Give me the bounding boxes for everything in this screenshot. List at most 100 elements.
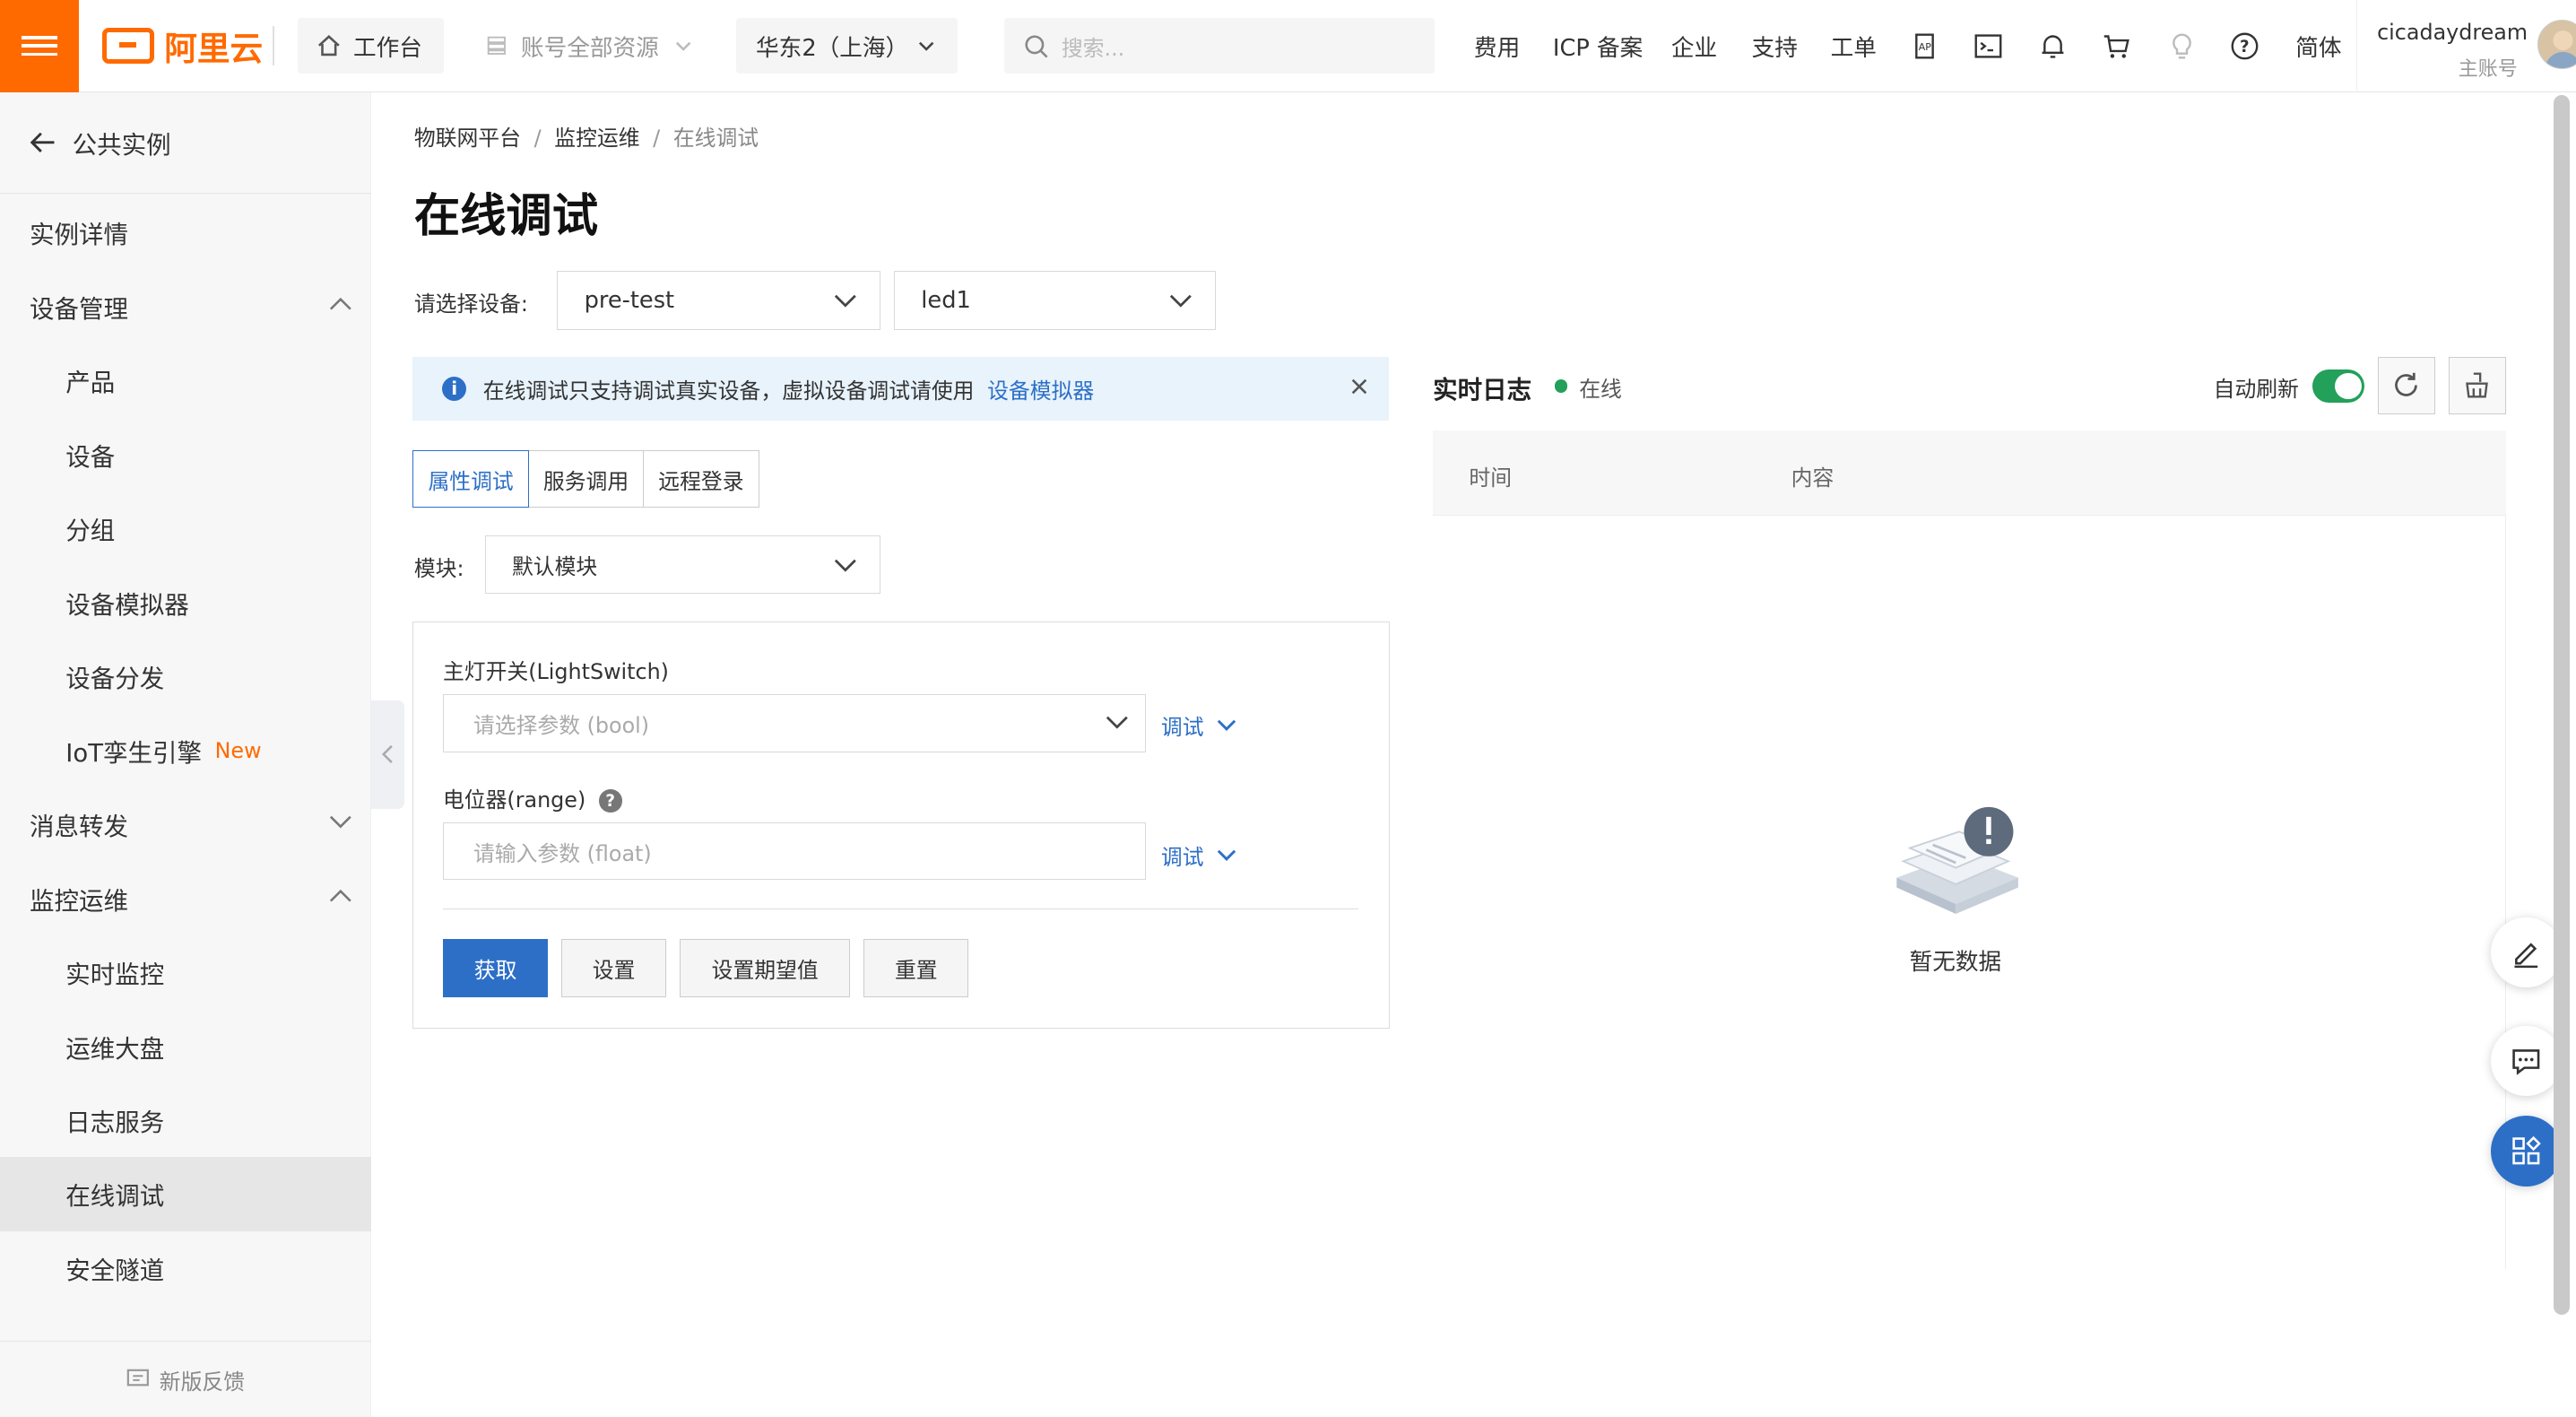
sidebar-item-device[interactable]: 设备 (0, 417, 371, 491)
refresh-icon (2395, 373, 2418, 397)
region-select[interactable]: 华东2（上海） (736, 18, 958, 74)
chevron-down-icon (834, 294, 856, 308)
chevron-down-icon (1217, 719, 1236, 732)
resource-group-select[interactable]: 账号全部资源 (464, 18, 716, 74)
page-title: 在线调试 (413, 188, 599, 243)
bell-icon[interactable] (2038, 0, 2068, 92)
sidebar-item-product[interactable]: 产品 (0, 343, 371, 417)
set-button[interactable]: 设置 (560, 939, 667, 997)
svg-text:API: API (1918, 41, 1933, 53)
clear-log-button[interactable] (2448, 356, 2506, 414)
chevron-left-icon (382, 745, 393, 764)
lightswitch-select[interactable]: 请选择参数 (bool) (442, 694, 1147, 752)
chevron-down-icon (676, 41, 691, 51)
sidebar-item-instance-detail[interactable]: 实例详情 (0, 196, 371, 269)
sidebar: 公共实例 实例详情 设备管理 产品 设备 分组 设备模拟器 设备分发 IoT孪生… (0, 91, 372, 1417)
sidebar-item-device-distribution[interactable]: 设备分发 (0, 639, 371, 713)
nav-support[interactable]: 支持 (1752, 0, 1798, 92)
sidebar-item-group[interactable]: 分组 (0, 491, 371, 565)
device-select-label: 请选择设备: (413, 291, 528, 317)
nav-enterprise[interactable]: 企业 (1671, 0, 1717, 92)
sidebar-item-device-simulator[interactable]: 设备模拟器 (0, 565, 371, 639)
chevron-down-icon (1217, 849, 1236, 861)
field-label-range: 电位器(range)? (443, 782, 622, 813)
user-menu[interactable]: cicadaydream 主账号 (2356, 0, 2576, 92)
api-icon[interactable]: API (1910, 0, 1939, 92)
breadcrumb-monitoring[interactable]: 监控运维 (554, 126, 639, 151)
get-button[interactable]: 获取 (442, 939, 549, 997)
search-input[interactable]: 搜索... (1003, 18, 1435, 74)
sidebar-item-realtime-monitor[interactable]: 实时监控 (0, 935, 371, 1009)
back-to-instances[interactable]: 公共实例 (0, 92, 372, 195)
divider (273, 26, 275, 66)
tab-service-call[interactable]: 服务调用 (527, 450, 645, 509)
home-icon (317, 35, 340, 57)
device-select[interactable]: led1 (893, 271, 1217, 331)
refresh-button[interactable] (2377, 356, 2436, 414)
tab-remote-login[interactable]: 远程登录 (642, 450, 760, 509)
menu-icon[interactable] (0, 0, 79, 92)
search-icon (1025, 35, 1048, 58)
property-form: 主灯开关(LightSwitch) 请选择参数 (bool) 调试 电位器(ra… (412, 621, 1391, 1030)
avatar[interactable] (2537, 19, 2576, 69)
sidebar-item-ops-dashboard[interactable]: 运维大盘 (0, 1009, 371, 1082)
language-switch[interactable]: 简体 (2295, 0, 2341, 92)
set-expected-button[interactable]: 设置期望值 (679, 939, 851, 997)
debug-dropdown-range[interactable]: 调试 (1161, 839, 1236, 871)
sidebar-item-log-service[interactable]: 日志服务 (0, 1083, 371, 1157)
empty-box-icon (1895, 806, 2018, 914)
help-icon[interactable]: ? (2230, 0, 2259, 92)
sidebar-item-online-debug[interactable]: 在线调试 (0, 1157, 372, 1231)
breadcrumb-iot-platform[interactable]: 物联网平台 (414, 126, 521, 151)
auto-refresh-toggle[interactable] (2311, 369, 2365, 403)
edit-fab[interactable] (2491, 917, 2563, 988)
log-table-header: 时间 内容 (1433, 430, 2506, 517)
lightbulb-icon[interactable] (2167, 0, 2197, 92)
cart-icon[interactable] (2102, 0, 2131, 92)
sidebar-item-message-forwarding[interactable]: 消息转发 (0, 787, 371, 861)
column-content: 内容 (1791, 465, 1834, 491)
product-select[interactable]: pre-test (557, 271, 881, 331)
log-title: 实时日志 (1433, 376, 1532, 405)
sidebar-collapse-handle[interactable] (371, 700, 404, 809)
arrow-left-icon (30, 132, 55, 153)
field-label-lightswitch: 主灯开关(LightSwitch) (442, 658, 669, 684)
workbench-button[interactable]: 工作台 (297, 18, 444, 74)
debug-dropdown-lightswitch[interactable]: 调试 (1161, 709, 1236, 741)
breadcrumb-current: 在线调试 (672, 125, 759, 151)
divider (442, 908, 1358, 910)
feedback-button[interactable]: 新版反馈 (0, 1341, 372, 1416)
help-icon[interactable]: ? (598, 789, 622, 813)
chevron-up-icon (329, 889, 351, 902)
chevron-down-icon (1169, 294, 1192, 308)
username: cicadaydream (2377, 19, 2528, 45)
sidebar-item-device-management[interactable]: 设备管理 (0, 270, 371, 343)
top-bar: 阿里云 工作台 账号全部资源 华东2（上海） 搜索... 费用 ICP 备案 企… (0, 0, 2576, 92)
apps-fab[interactable] (2491, 1116, 2563, 1187)
breadcrumb: 物联网平台 / 监控运维 / 在线调试 (413, 125, 759, 151)
feedback-icon (126, 1369, 150, 1387)
user-role: 主账号 (2458, 57, 2518, 81)
nav-cost[interactable]: 费用 (1474, 0, 1520, 92)
auto-refresh-label: 自动刷新 (2213, 377, 2299, 403)
module-select[interactable]: 默认模块 (484, 535, 881, 594)
aliyun-logo[interactable]: 阿里云 (101, 23, 263, 69)
page-scrollbar[interactable] (2554, 95, 2571, 1316)
module-label: 模块: (413, 555, 464, 581)
device-simulator-link[interactable]: 设备模拟器 (987, 373, 1094, 404)
column-time: 时间 (1469, 465, 1513, 491)
nav-icp[interactable]: ICP 备案 (1553, 0, 1643, 92)
new-badge: New (214, 737, 262, 763)
apps-grid-icon (2512, 1136, 2542, 1165)
sidebar-item-monitoring[interactable]: 监控运维 (0, 861, 371, 935)
info-icon: i (441, 376, 467, 402)
chat-fab[interactable] (2491, 1025, 2563, 1097)
sidebar-item-secure-tunnel[interactable]: 安全隧道 (0, 1231, 371, 1305)
close-icon[interactable] (1349, 377, 1369, 396)
terminal-icon[interactable] (1973, 0, 2003, 92)
reset-button[interactable]: 重置 (863, 939, 969, 997)
tab-property-debug[interactable]: 属性调试 (412, 450, 530, 509)
sidebar-item-iot-twin[interactable]: IoT孪生引擎 New (0, 713, 371, 787)
range-input[interactable]: 请输入参数 (float) (442, 822, 1147, 881)
nav-ticket[interactable]: 工单 (1831, 0, 1877, 92)
